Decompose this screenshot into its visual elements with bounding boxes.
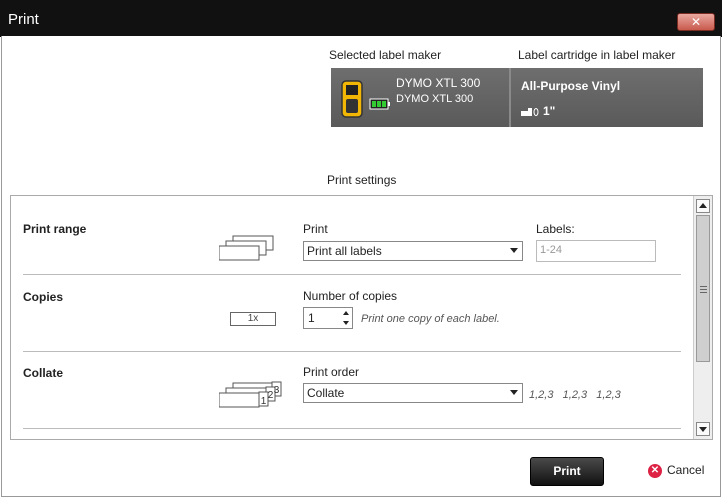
number-of-copies-label: Number of copies [303, 289, 398, 303]
print-sequence: 1,2,3 1,2,3 1,2,3 [529, 389, 621, 401]
label-stack-icon [219, 235, 274, 261]
cartridge-size-value: 1" [543, 104, 556, 118]
print-button[interactable]: Print [530, 457, 604, 486]
print-settings-panel[interactable]: Print range Print Print all labels Label… [10, 195, 713, 440]
close-button[interactable]: ✕ [677, 13, 715, 31]
battery-icon [369, 98, 390, 110]
print-range-select[interactable]: Print all labels [303, 241, 523, 261]
print-range-value: Print all labels [307, 244, 382, 258]
scroll-down-icon[interactable] [696, 422, 710, 436]
print-order-label: Print order [303, 365, 360, 379]
print-range-title: Print range [23, 222, 87, 236]
chevron-down-icon [510, 248, 518, 253]
decrement-icon[interactable] [343, 321, 349, 325]
print-settings-title: Print settings [327, 173, 397, 187]
cartridge-width-icon [521, 108, 539, 117]
cartridge-name: All-Purpose Vinyl [521, 79, 621, 93]
device-panel[interactable]: DYMO XTL 300 DYMO XTL 300 All-Purpose Vi… [331, 68, 703, 127]
section-divider [23, 274, 681, 275]
copies-value: 1 [308, 311, 315, 325]
scroll-thumb[interactable] [696, 215, 710, 362]
label-cartridge-heading: Label cartridge in label maker [518, 48, 676, 62]
collate-icon: 3 2 1 [219, 381, 282, 408]
collate-icon-digit: 1 [261, 396, 267, 407]
chevron-down-icon [510, 390, 518, 395]
section-divider [23, 428, 681, 429]
close-icon: ✕ [690, 15, 702, 29]
grip-icon [700, 286, 707, 287]
increment-icon[interactable] [343, 311, 349, 315]
scroll-up-icon[interactable] [696, 199, 710, 213]
printer-model: DYMO XTL 300 [396, 93, 474, 105]
labels-range-placeholder: 1-24 [540, 244, 563, 256]
section-divider [23, 351, 681, 352]
print-sequence-item: 1,2,3 [562, 389, 588, 401]
window-title: Print [8, 11, 39, 28]
copy-count-badge-text: 1x [247, 313, 259, 324]
print-field-label: Print [303, 222, 328, 236]
panel-divider [509, 68, 511, 127]
cartridge-size: 1" [521, 104, 555, 118]
print-sequence-item: 1,2,3 [596, 389, 621, 401]
copy-count-icon: 1x [230, 312, 276, 326]
label-maker-icon [341, 80, 363, 118]
copies-hint: Print one copy of each label. [361, 313, 500, 325]
cancel-label: Cancel [667, 463, 705, 477]
print-order-select[interactable]: Collate [303, 383, 523, 403]
cancel-button[interactable]: ✕ Cancel [648, 463, 704, 481]
settings-scrollbar[interactable] [693, 196, 712, 439]
selected-label-maker-heading: Selected label maker [329, 48, 442, 62]
labels-range-input[interactable]: 1-24 [536, 240, 656, 262]
printer-name: DYMO XTL 300 [396, 76, 481, 90]
copies-stepper[interactable]: 1 [303, 307, 353, 329]
copies-title: Copies [23, 290, 64, 304]
print-sequence-item: 1,2,3 [529, 389, 554, 401]
collate-icon-digit: 3 [274, 385, 280, 396]
print-order-value: Collate [307, 386, 345, 400]
collate-icon-digit: 2 [268, 390, 274, 401]
labels-field-label: Labels: [536, 222, 575, 236]
title-bar: Print ✕ [0, 0, 722, 37]
collate-title: Collate [23, 366, 64, 380]
cancel-icon: ✕ [648, 463, 662, 478]
